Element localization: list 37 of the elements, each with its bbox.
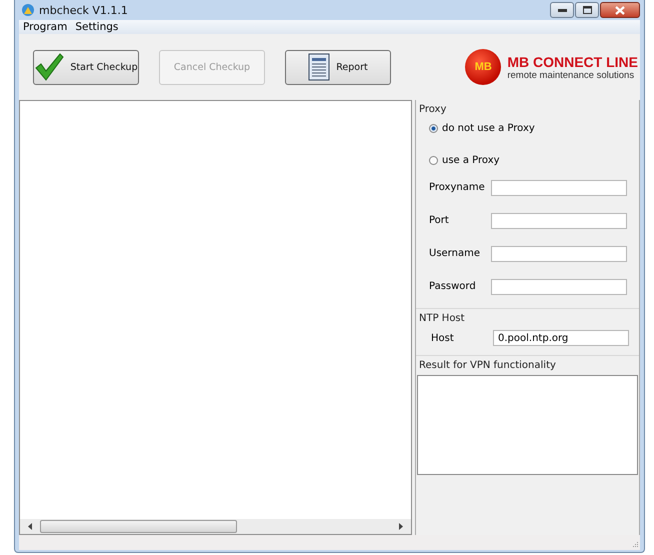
horizontal-scrollbar[interactable]	[20, 519, 411, 534]
input-field[interactable]	[491, 246, 627, 262]
window-title: mbcheck V1.1.1	[39, 4, 128, 16]
close-button[interactable]	[600, 2, 640, 18]
toolbar-button[interactable]: Report	[285, 50, 391, 84]
app-icon	[21, 3, 35, 17]
input-field[interactable]	[491, 180, 627, 196]
minimize-button[interactable]	[550, 2, 574, 18]
logo-name: MB CONNECT LINE	[507, 54, 638, 70]
radio-option[interactable]: use a Proxy	[416, 149, 639, 171]
minimize-icon	[558, 8, 566, 12]
group-title: NTP Host	[418, 312, 466, 326]
checkmark-icon	[34, 53, 64, 81]
maximize-icon	[582, 6, 592, 14]
document-icon	[308, 53, 330, 81]
menu-item[interactable]: Settings	[75, 21, 118, 33]
input-field[interactable]	[491, 212, 627, 228]
scroll-thumb[interactable]	[40, 520, 237, 533]
group-title: Proxy	[418, 103, 448, 117]
field-label: Host	[431, 332, 455, 344]
scroll-right-icon[interactable]	[399, 523, 403, 530]
menu-item[interactable]: Program	[23, 21, 68, 33]
logo-badge: MB	[465, 49, 502, 85]
radio-option[interactable]: do not use a Proxy	[416, 117, 639, 139]
field-label: Proxyname	[429, 182, 486, 193]
resize-grip-icon[interactable]	[632, 542, 638, 548]
field-label: Port	[429, 215, 450, 226]
field-label: Username	[429, 248, 481, 259]
close-icon	[615, 6, 625, 14]
group-title: Result for VPN functionality	[418, 359, 557, 373]
scroll-left-icon[interactable]	[28, 523, 32, 530]
input-field[interactable]	[491, 278, 627, 294]
field-label: Password	[429, 281, 477, 292]
maximize-button[interactable]	[575, 2, 599, 18]
input-field[interactable]: 0.pool.ntp.org	[493, 330, 629, 346]
logo-tagline: remote maintenance solutions	[507, 70, 636, 80]
toolbar-button[interactable]: Start Checkup	[33, 50, 139, 84]
